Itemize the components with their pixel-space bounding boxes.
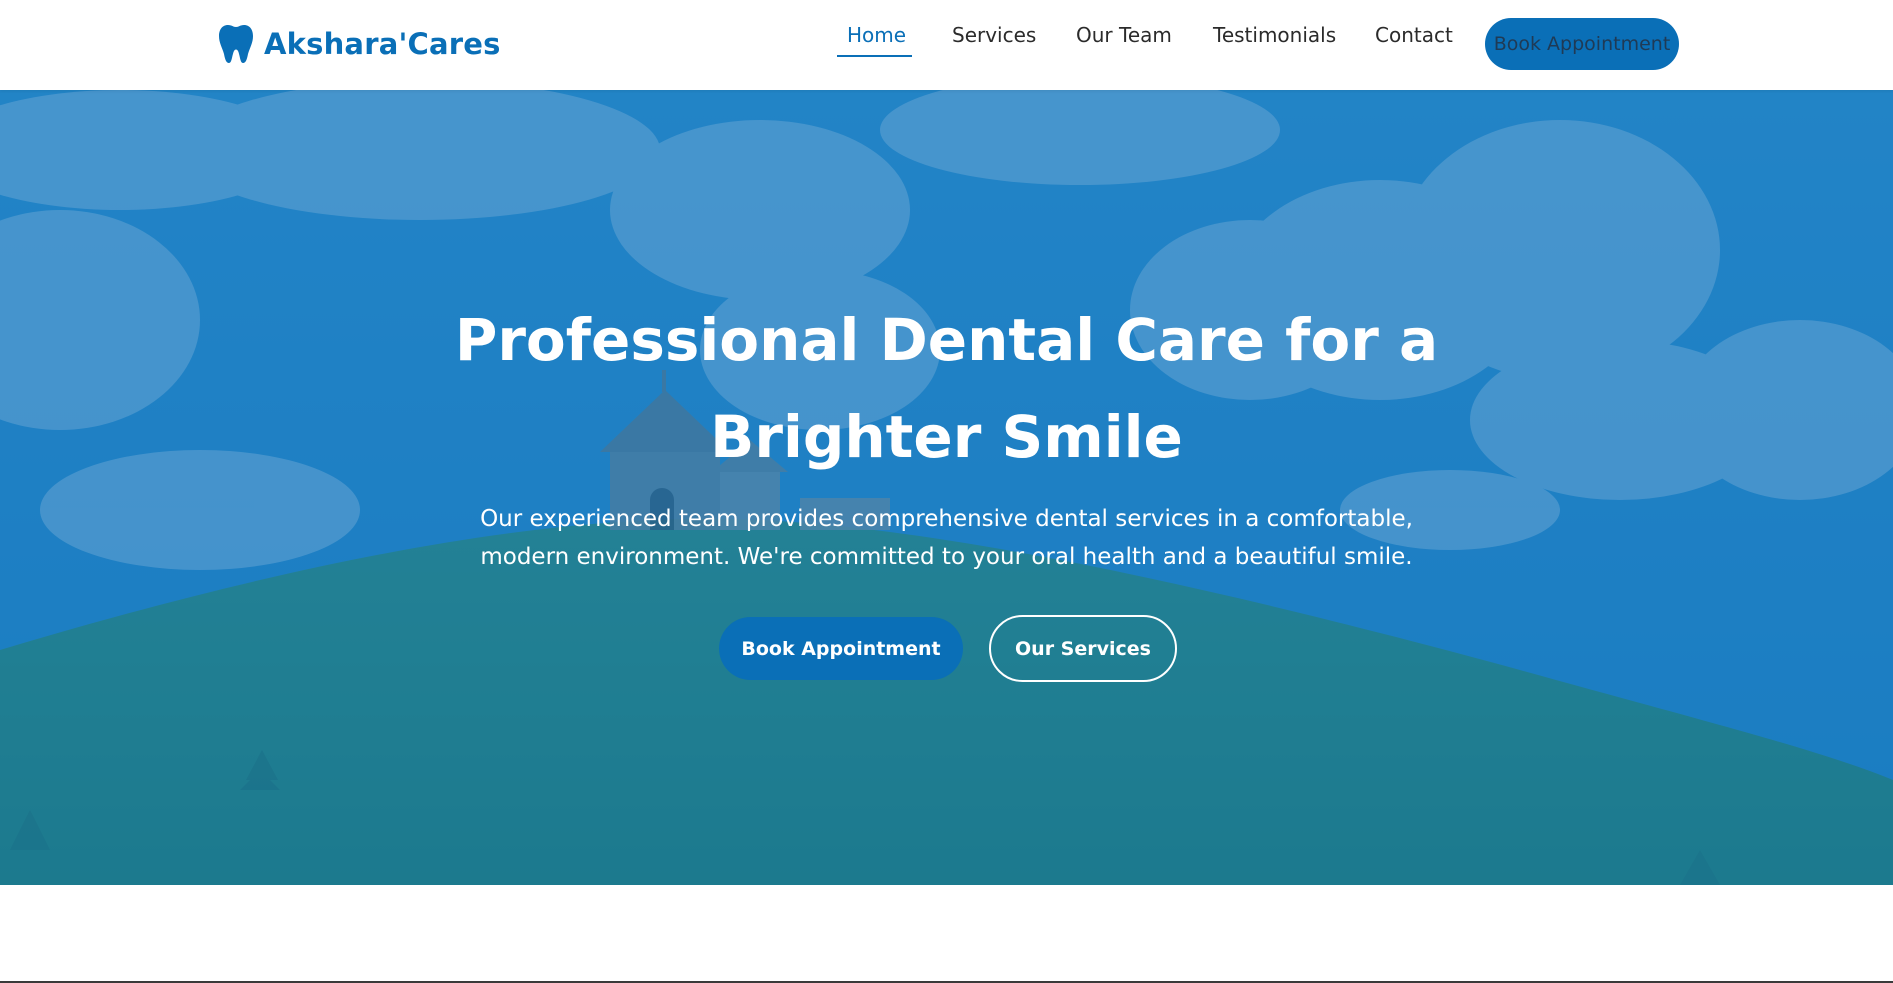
brand-name: Akshara'Cares [264, 27, 501, 61]
site-header: Akshara'Cares Home Services Our Team Tes… [0, 0, 1893, 90]
header-book-appointment-button[interactable]: Book Appointment [1485, 18, 1679, 70]
nav-testimonials[interactable]: Testimonials [1213, 23, 1336, 47]
hero-title-line-2: Brighter Smile [710, 403, 1183, 471]
hero-subtitle-line-2: modern environment. We're committed to y… [480, 544, 1413, 570]
brand-logo[interactable]: Akshara'Cares [219, 24, 501, 64]
hero-subtitle-line-1: Our experienced team provides comprehens… [480, 506, 1413, 532]
nav-our-team[interactable]: Our Team [1076, 23, 1172, 47]
hero-our-services-button[interactable]: Our Services [989, 615, 1177, 682]
nav-active-indicator [837, 55, 912, 57]
hero-book-appointment-button[interactable]: Book Appointment [719, 617, 963, 680]
nav-services[interactable]: Services [952, 23, 1036, 47]
hero-overlay [0, 90, 1893, 885]
hero-subtitle: Our experienced team provides comprehens… [0, 500, 1893, 576]
hero-section: Professional Dental Care for a Brighter … [0, 90, 1893, 885]
content-section [0, 885, 1893, 983]
nav-contact[interactable]: Contact [1375, 23, 1453, 47]
nav-home[interactable]: Home [847, 23, 906, 47]
hero-title: Professional Dental Care for a Brighter … [0, 292, 1893, 486]
tooth-icon [219, 24, 253, 64]
hero-title-line-1: Professional Dental Care for a [454, 306, 1439, 374]
